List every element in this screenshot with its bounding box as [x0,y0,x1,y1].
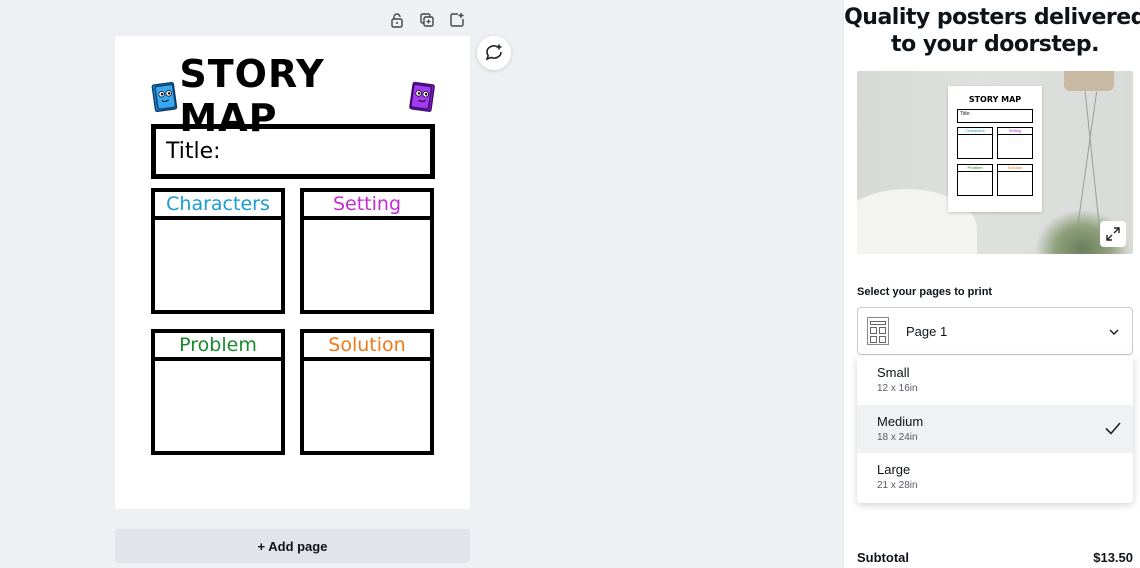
panel-heading: Quality posters delivered to your doorst… [844,4,1140,58]
page-select-dropdown[interactable]: Page 1 [857,307,1133,355]
page-toolbar [388,10,466,30]
page-thumbnail [867,317,889,345]
mini-cell: Setting [997,127,1033,159]
duplicate-icon [420,13,434,27]
purple-book-icon [408,81,435,112]
mini-cell: Solution [997,164,1033,196]
mini-cell-label: Characters [958,128,992,135]
poster-preview-image: STORY MAP Title: Characters Setting Prob… [857,71,1133,254]
mini-poster: STORY MAP Title: Characters Setting Prob… [948,86,1042,212]
solution-label: Solution [304,333,430,361]
panel-heading-line1: Quality posters delivered [844,5,1140,30]
size-option-large[interactable]: Large 21 x 28in [857,453,1133,502]
size-option-name: Medium [877,413,924,429]
lamp-shade [1064,71,1114,91]
mini-cell-label: Problem [958,165,992,172]
blue-book-icon [151,81,178,113]
problem-label: Problem [155,333,281,361]
add-comment-button[interactable] [477,36,511,70]
size-options-menu: Small 12 x 16in Medium 18 x 24in Large 2… [857,356,1133,503]
add-comment-icon [485,44,502,61]
size-option-name: Small [877,365,910,380]
problem-box: Problem [151,329,285,455]
lock-icon [391,13,403,28]
subtotal-value: $13.50 [1093,550,1133,565]
add-page-button[interactable] [448,10,466,30]
story-map-header: STORY MAP [151,52,436,140]
select-pages-label: Select your pages to print [857,286,993,298]
add-page-icon [450,13,464,27]
setting-box: Setting [300,188,434,314]
solution-box: Solution [300,329,434,455]
mini-cell-label: Solution [998,165,1032,172]
chevron-down-icon [1109,329,1119,336]
design-page[interactable]: STORY MAP Title: Characters Setting Prob… [115,36,470,509]
size-option-dims: 18 x 24in [877,431,918,443]
mini-poster-title: STORY MAP [968,95,1022,104]
mini-cell-label: Setting [998,128,1032,135]
expand-icon [1106,227,1120,241]
setting-label: Setting [304,192,430,220]
size-option-dims: 12 x 16in [877,383,918,394]
size-option-dims: 21 x 28in [877,480,918,491]
lock-button[interactable] [388,10,406,30]
panel-heading-line2: to your doorstep. [891,32,1099,57]
mini-title-label: Title: [960,111,971,117]
print-panel: Quality posters delivered to your doorst… [843,0,1140,568]
size-option-small[interactable]: Small 12 x 16in [857,356,1133,405]
characters-label: Characters [155,192,281,220]
check-icon [1105,421,1121,435]
mini-title-box: Title: [957,109,1033,123]
expand-preview-button[interactable] [1100,221,1126,247]
mini-cell: Characters [957,127,993,159]
title-field-box: Title: [151,124,435,179]
characters-box: Characters [151,188,285,314]
title-field-label: Title: [166,139,221,164]
add-page-bar[interactable]: + Add page [115,529,470,563]
duplicate-button[interactable] [418,10,436,30]
size-option-medium[interactable]: Medium 18 x 24in [857,404,1133,453]
subtotal-label: Subtotal [857,550,909,565]
subtotal-row: Subtotal $13.50 [857,550,1133,565]
size-option-name: Large [877,462,911,477]
mini-cell: Problem [957,164,993,196]
canvas-area: STORY MAP Title: Characters Setting Prob… [0,0,843,568]
selected-page-text: Page 1 [906,323,948,339]
